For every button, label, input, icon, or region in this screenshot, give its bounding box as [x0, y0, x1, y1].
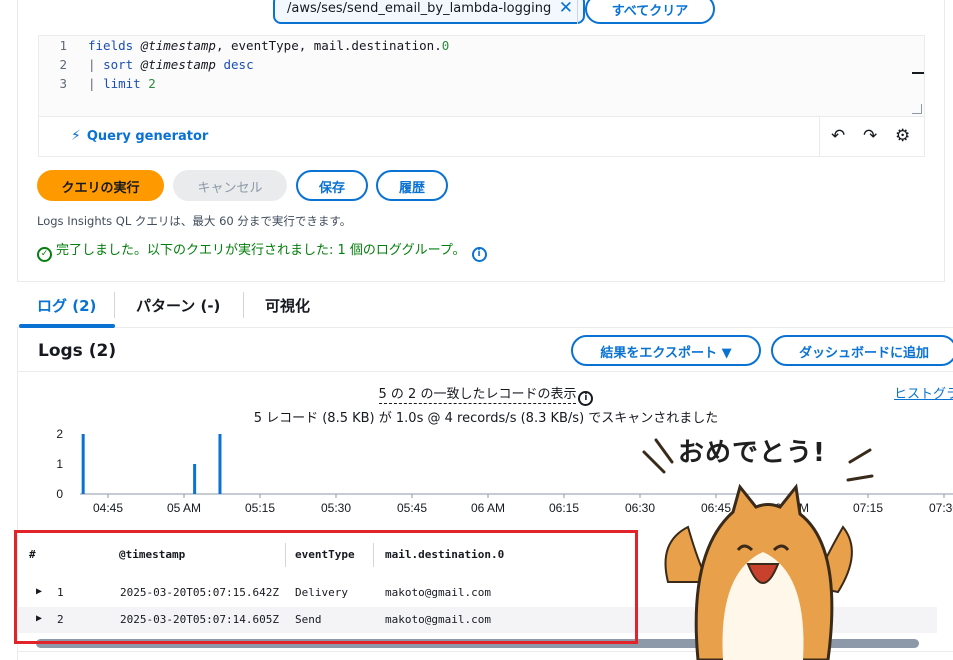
query-generator-label: Query generator: [86, 129, 209, 144]
code-text: | limit 2: [88, 76, 156, 91]
y-tick-label: 1: [56, 457, 63, 471]
line-number: 2: [59, 57, 67, 72]
status-message: ✓ 完了しました。以下のクエリが実行されました: 1 個のロググループ。 i: [37, 239, 487, 262]
histogram-bar[interactable]: [218, 434, 222, 494]
matched-text: 5 の 2 の一致したレコードの表示: [378, 387, 577, 404]
divider: [243, 292, 244, 318]
editor-footer: ⚡ Query generator ↶ ↷ ⚙: [38, 117, 925, 157]
logs-header: Logs (2) 結果をエクスポート ▼ ダッシュボードに追加: [18, 328, 953, 372]
query-editor[interactable]: 1 fields @timestamp, eventType, mail.des…: [38, 35, 925, 117]
records-matched: 5 の 2 の一致したレコードの表示 i: [18, 383, 953, 406]
export-results-button[interactable]: 結果をエクスポート ▼: [571, 335, 761, 366]
undo-icon[interactable]: ↶: [831, 126, 845, 146]
run-query-button[interactable]: クエリの実行: [37, 170, 164, 201]
remove-log-group-icon[interactable]: ✕: [559, 0, 573, 18]
sticker-caption: おめでとう!: [678, 438, 826, 468]
query-generator-button[interactable]: ⚡ Query generator: [71, 128, 208, 144]
export-label: 結果をエクスポート: [600, 346, 718, 361]
log-group-label: /aws/ses/send_email_by_lambda-logging: [287, 1, 552, 16]
history-button[interactable]: 履歴: [376, 170, 448, 201]
x-tick-label: 05:15: [245, 501, 275, 515]
line-number: 3: [59, 76, 67, 91]
code-line-2: 2 | sort @timestamp desc: [39, 57, 924, 76]
tab-visualization[interactable]: 可視化: [265, 295, 310, 316]
editor-scrollbar[interactable]: [912, 72, 924, 74]
histogram-bar[interactable]: [193, 464, 197, 494]
code-line-1: 1 fields @timestamp, eventType, mail.des…: [39, 38, 924, 57]
log-group-token[interactable]: /aws/ses/send_email_by_lambda-logging ✕: [273, 0, 585, 24]
success-check-icon: ✓: [37, 247, 52, 262]
y-tick-label: 0: [56, 487, 63, 501]
x-tick-label: 05:30: [321, 501, 351, 515]
x-tick-label: 05:45: [397, 501, 427, 515]
info-icon[interactable]: i: [471, 247, 487, 262]
divider: [577, 0, 578, 24]
x-tick-label: 06 AM: [471, 501, 505, 515]
divider: [114, 292, 115, 318]
code-line-3: 3 | limit 2: [39, 76, 924, 95]
clear-all-button[interactable]: すべてクリア: [585, 0, 715, 24]
y-tick-label: 2: [56, 427, 63, 441]
code-text: | sort @timestamp desc: [88, 57, 254, 72]
x-tick-label: 07:30: [929, 501, 953, 515]
x-tick-label: 05 AM: [167, 501, 201, 515]
add-to-dashboard-button[interactable]: ダッシュボードに追加: [771, 335, 953, 366]
logs-title: Logs (2): [38, 341, 117, 361]
magic-wand-icon: ⚡: [71, 128, 81, 144]
info-icon[interactable]: i: [578, 391, 594, 406]
save-button[interactable]: 保存: [296, 170, 368, 201]
x-tick-label: 06:15: [549, 501, 579, 515]
status-text: 完了しました。以下のクエリが実行されました: 1 個のロググループ。: [56, 243, 466, 258]
x-tick-label: 04:45: [93, 501, 123, 515]
cancel-button[interactable]: キャンセル: [173, 170, 287, 201]
histogram-link[interactable]: ヒストグラ: [894, 383, 953, 402]
resize-handle-icon[interactable]: [912, 104, 922, 114]
histogram-bar[interactable]: [81, 434, 85, 494]
line-number: 1: [59, 38, 67, 53]
query-limit-note: Logs Insights QL クエリは、最大 60 分まで実行できます。: [37, 214, 352, 228]
caret-down-icon: ▼: [721, 346, 732, 361]
tab-patterns[interactable]: パターン (-): [136, 295, 220, 316]
highlight-box: [14, 530, 638, 644]
settings-gear-icon[interactable]: ⚙: [895, 126, 910, 146]
redo-icon[interactable]: ↷: [863, 126, 877, 146]
divider: [819, 117, 820, 157]
result-tabs: ログ (2) パターン (-) 可視化: [17, 282, 953, 328]
code-text: fields @timestamp, eventType, mail.desti…: [88, 38, 450, 53]
tab-logs[interactable]: ログ (2): [37, 295, 96, 316]
